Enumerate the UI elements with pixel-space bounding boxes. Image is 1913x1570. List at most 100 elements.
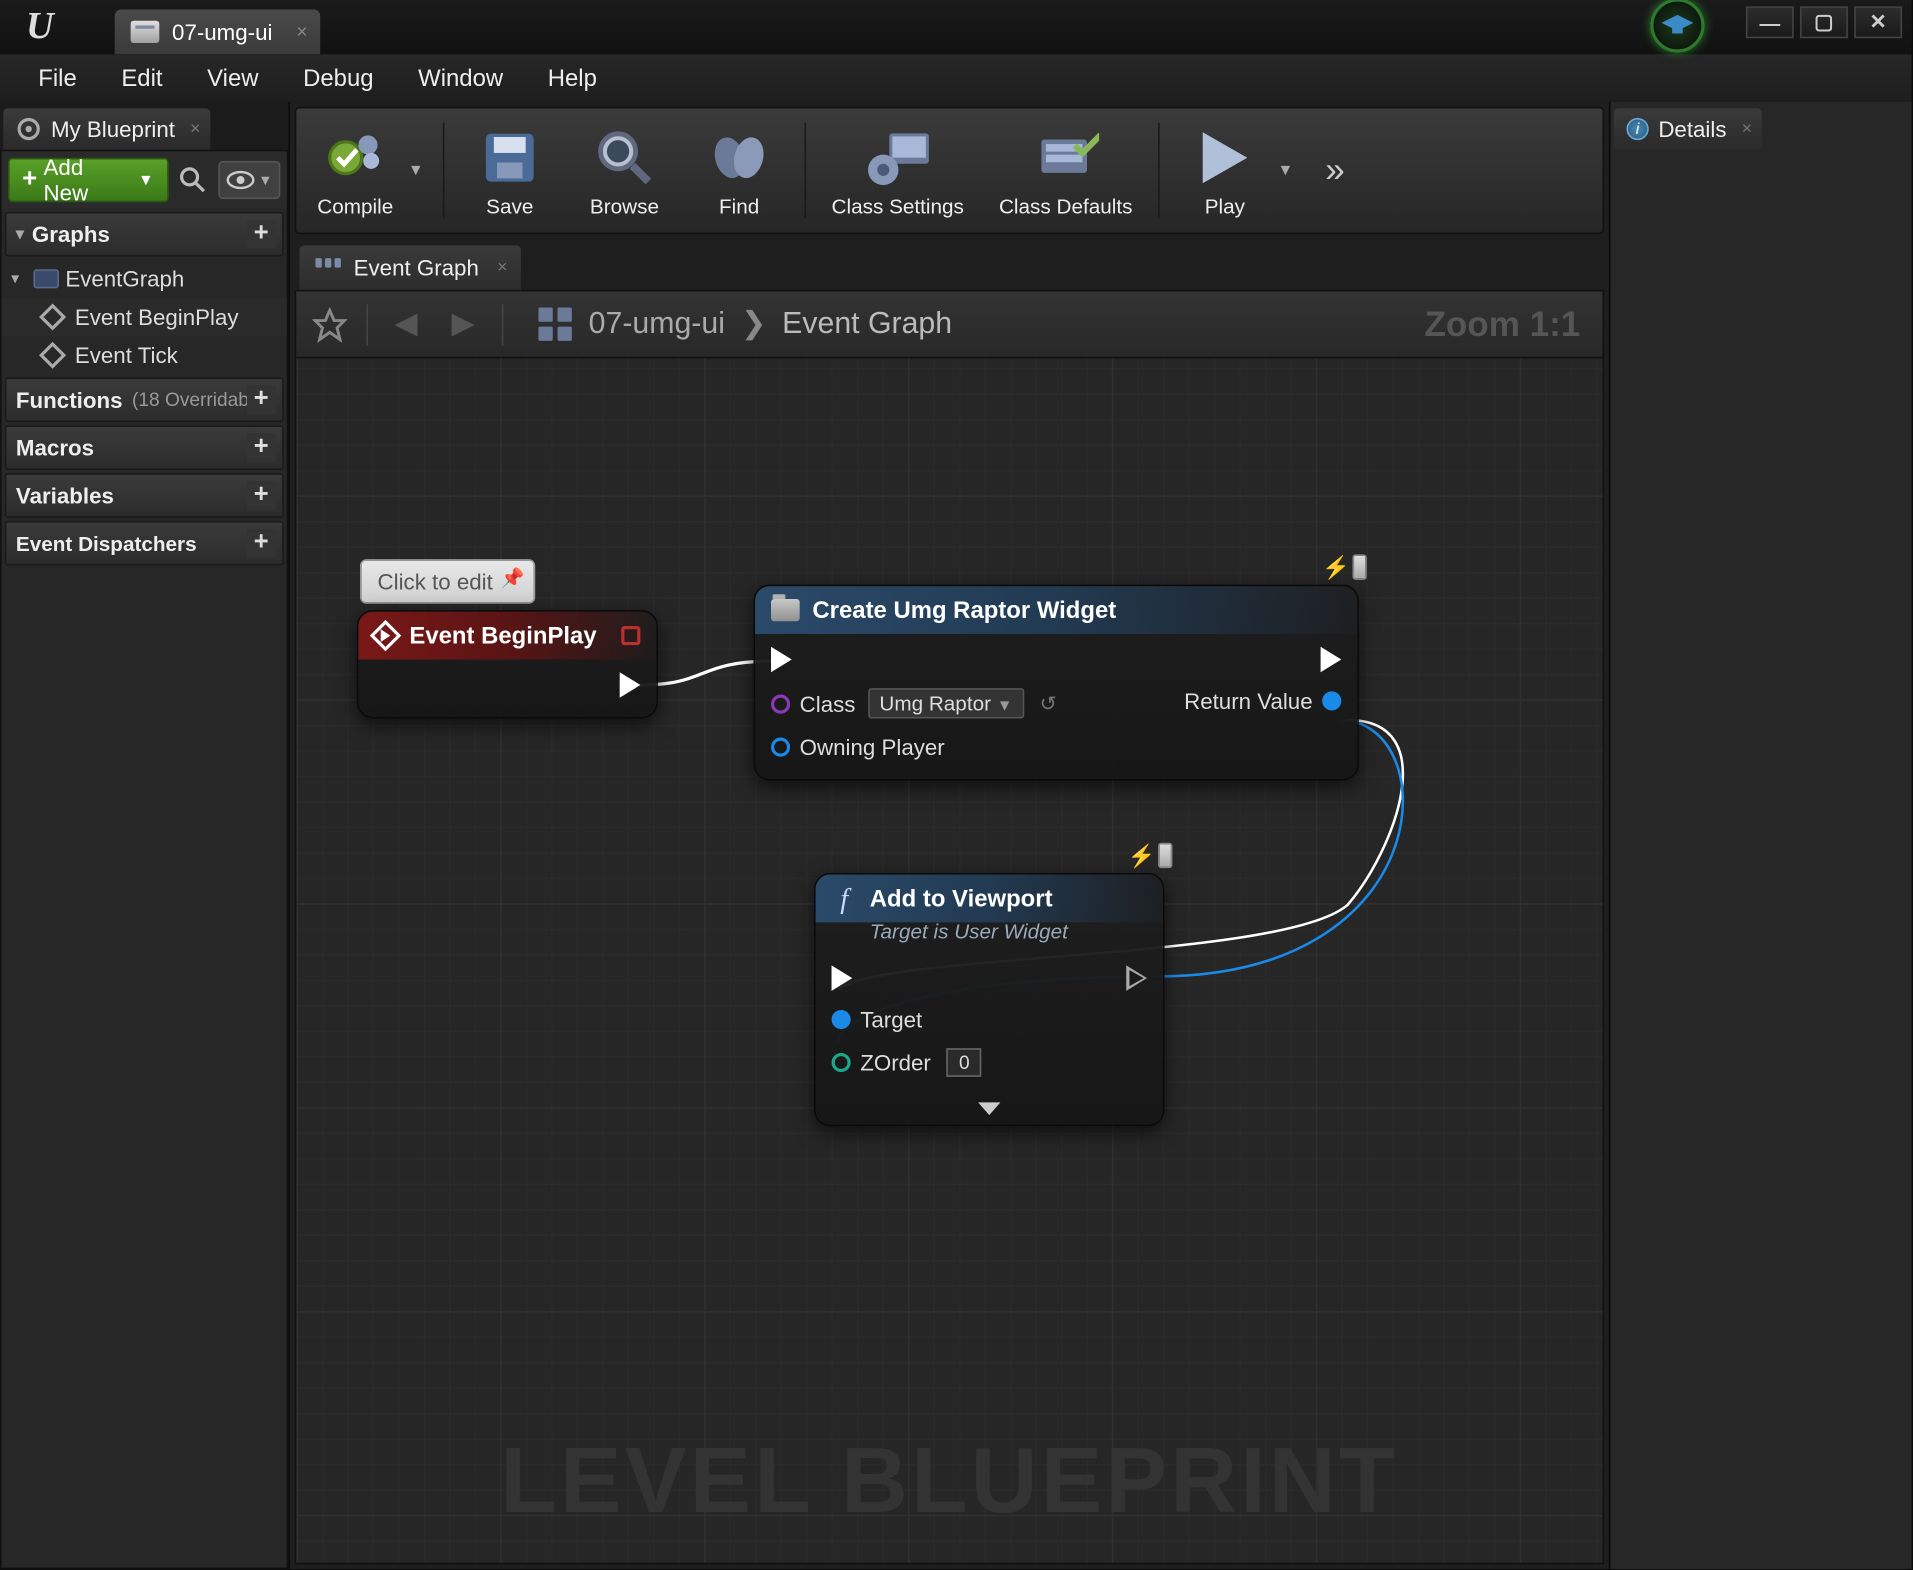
tutorial-hat-button[interactable] (1650, 0, 1704, 53)
add-macro-button[interactable]: + (247, 433, 276, 462)
add-dispatcher-button[interactable]: + (247, 529, 276, 558)
class-defaults-button[interactable]: Class Defaults (989, 113, 1142, 228)
search-button[interactable] (174, 161, 212, 199)
separator (443, 123, 445, 219)
exec-out-pin[interactable] (620, 672, 641, 697)
tooltip-text: Click to edit (378, 569, 493, 594)
expand-icon: ▾ (16, 225, 32, 243)
add-variable-button[interactable]: + (247, 481, 276, 510)
breakpoint-badge-icon: ⚡ (1322, 554, 1367, 589)
play-icon (1191, 123, 1258, 190)
owning-player-pin[interactable]: Owning Player (771, 734, 1057, 759)
close-tab-icon[interactable]: × (296, 21, 307, 43)
favorite-star-icon[interactable] (312, 307, 347, 342)
save-button[interactable]: Save (460, 113, 559, 228)
tree-event-begin-play[interactable]: Event BeginPlay (2, 298, 287, 336)
exec-out-pin[interactable] (1321, 647, 1342, 672)
menu-help[interactable]: Help (525, 54, 619, 102)
menubar: File Edit View Debug Window Help (0, 54, 1912, 102)
toolbar-overflow-button[interactable]: » (1312, 150, 1357, 191)
target-pin[interactable]: Target (832, 1007, 982, 1032)
event-graph-label: EventGraph (65, 266, 184, 291)
close-window-button[interactable]: ✕ (1854, 6, 1902, 38)
target-label: Target (860, 1007, 922, 1032)
nav-forward-button[interactable]: ► (444, 302, 482, 347)
variables-label: Variables (16, 483, 114, 508)
play-button[interactable]: Play (1175, 113, 1274, 228)
breadcrumb-root[interactable]: 07-umg-ui (589, 307, 725, 342)
chevron-down-icon: ▼ (138, 171, 154, 189)
browse-button[interactable]: Browse (575, 113, 674, 228)
class-settings-label: Class Settings (832, 194, 964, 218)
details-tab-label: Details (1658, 116, 1726, 141)
my-blueprint-tab-label: My Blueprint (51, 116, 175, 141)
my-blueprint-tab[interactable]: My Blueprint × (3, 108, 210, 149)
tree-event-graph[interactable]: ▾ EventGraph (2, 260, 287, 298)
expand-node-icon[interactable] (978, 1102, 1000, 1115)
nav-back-button[interactable]: ◄ (387, 302, 425, 347)
document-tab[interactable]: 07-umg-ui × (115, 10, 321, 55)
zorder-pin[interactable]: ZOrder 0 (832, 1048, 982, 1077)
class-settings-button[interactable]: Class Settings (822, 113, 973, 228)
search-icon (179, 166, 208, 195)
edit-tooltip[interactable]: Click to edit 📌 (360, 559, 536, 604)
exec-in-pin[interactable] (771, 647, 1057, 672)
compile-dropdown[interactable]: ▼ (405, 113, 427, 228)
node-event-begin-play[interactable]: Event BeginPlay (357, 610, 658, 718)
close-panel-icon[interactable]: × (190, 119, 200, 138)
reset-icon[interactable]: ↺ (1040, 691, 1057, 716)
exec-out-pin[interactable] (1126, 965, 1147, 990)
minimize-button[interactable]: — (1746, 6, 1794, 38)
window-titlebar: U 07-umg-ui × — ▢ ✕ (0, 0, 1912, 54)
section-dispatchers[interactable]: Event Dispatchers + (5, 521, 284, 566)
add-new-button[interactable]: + Add New ▼ (8, 158, 168, 203)
section-macros[interactable]: Macros + (5, 425, 284, 470)
return-value-label: Return Value (1184, 688, 1313, 713)
play-label: Play (1205, 194, 1245, 218)
section-graphs[interactable]: ▾ Graphs + (5, 212, 284, 257)
graph-icon (538, 307, 573, 340)
menu-view[interactable]: View (185, 54, 281, 102)
class-defaults-icon (1032, 123, 1099, 190)
class-pin[interactable]: Class Umg Raptor ▼ ↺ (771, 688, 1057, 718)
exec-in-pin[interactable] (832, 965, 982, 990)
tick-label: Event Tick (75, 342, 178, 367)
menu-file[interactable]: File (16, 54, 99, 102)
add-graph-button[interactable]: + (247, 220, 276, 249)
return-value-pin[interactable]: Return Value (1184, 688, 1341, 713)
save-icon (476, 123, 543, 190)
section-functions[interactable]: Functions (18 Overridable) + (5, 378, 284, 423)
zorder-input[interactable]: 0 (947, 1048, 982, 1077)
menu-window[interactable]: Window (396, 54, 526, 102)
dispatchers-label: Event Dispatchers (16, 531, 197, 555)
macros-label: Macros (16, 435, 94, 460)
node-create-widget[interactable]: ⚡ Create Umg Raptor Widget Class Umg Rap… (753, 585, 1358, 781)
compile-button[interactable]: Compile (306, 113, 405, 228)
tree-event-tick[interactable]: Event Tick (2, 336, 287, 374)
document-tab-label: 07-umg-ui (172, 19, 272, 44)
separator (1158, 123, 1160, 219)
play-dropdown[interactable]: ▼ (1274, 113, 1296, 228)
node-title: Event BeginPlay (409, 622, 596, 649)
add-new-label: Add New (44, 155, 132, 206)
toolbar: Compile ▼ Save Browse Find Class Setting… (295, 107, 1604, 234)
menu-debug[interactable]: Debug (281, 54, 396, 102)
graph-canvas[interactable]: ◄ ► 07-umg-ui ❯ Event Graph Zoom 1:1 Cli… (295, 290, 1604, 1564)
zoom-label: Zoom 1:1 (1424, 303, 1580, 344)
expand-icon: ▾ (11, 270, 27, 288)
event-graph-tab[interactable]: Event Graph × (299, 245, 520, 290)
details-tab[interactable]: i Details × (1614, 108, 1762, 149)
find-button[interactable]: Find (690, 113, 789, 228)
view-options-button[interactable]: ▼ (218, 161, 280, 199)
menu-edit[interactable]: Edit (99, 54, 185, 102)
close-panel-icon[interactable]: × (1742, 119, 1752, 138)
add-function-button[interactable]: + (247, 386, 276, 415)
class-value[interactable]: Umg Raptor ▼ (868, 688, 1023, 718)
node-title: Create Umg Raptor Widget (812, 597, 1116, 624)
breadcrumb-separator-icon: ❯ (741, 306, 766, 343)
maximize-button[interactable]: ▢ (1800, 6, 1848, 38)
close-tab-icon[interactable]: × (497, 258, 507, 277)
graph-header: ◄ ► 07-umg-ui ❯ Event Graph Zoom 1:1 (296, 292, 1602, 359)
node-add-to-viewport[interactable]: ⚡ f Add to Viewport Target is User Widge… (814, 873, 1164, 1126)
section-variables[interactable]: Variables + (5, 473, 284, 518)
